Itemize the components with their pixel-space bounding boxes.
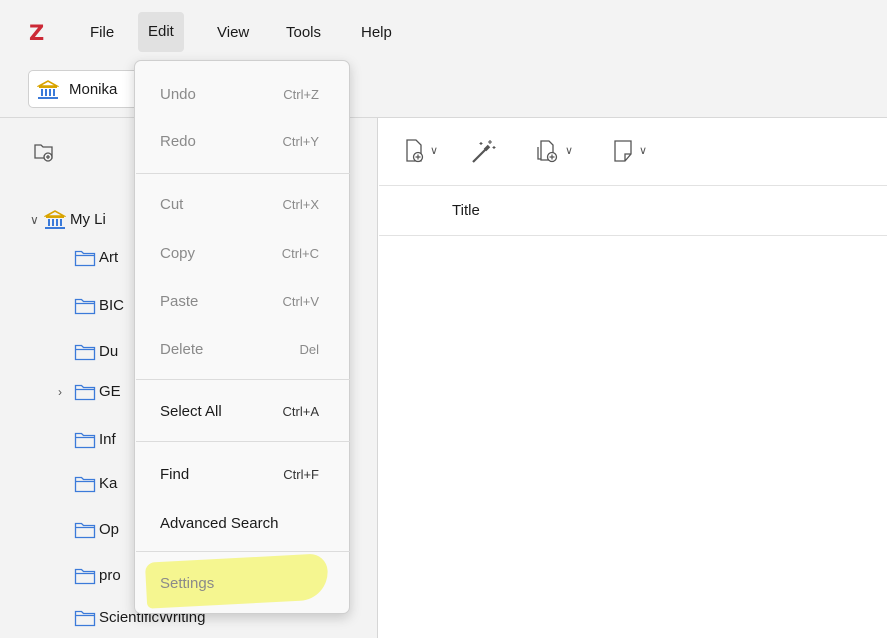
menu-separator [136,173,350,174]
title-column-header[interactable]: Title [452,201,480,221]
bank-icon [44,210,66,230]
collection-row[interactable]: Ka [0,472,140,496]
chevron-down-icon[interactable]: ∨ [30,210,39,230]
menu-item-cut[interactable]: Cut Ctrl+X [135,187,349,223]
menu-item-advanced-search[interactable]: Advanced Search [135,506,349,542]
menu-item-label: Undo [160,86,196,103]
collection-label: Op [99,521,120,538]
items-toolbar: ∨ ∨ ∨ [379,118,887,186]
collection-label: BIC [99,297,125,314]
menu-item-shortcut: Ctrl+A [282,404,319,419]
menu-item-shortcut: Ctrl+X [282,197,319,212]
menu-item-label: Settings [160,575,215,592]
menu-item-shortcut: Ctrl+C [281,246,319,261]
folder-icon [74,382,96,402]
folder-icon [74,608,96,628]
menu-item-delete[interactable]: Delete Del [135,332,349,368]
edit-menu: Undo Ctrl+Z Redo Ctrl+Y Cut Ctrl+X Copy … [134,60,350,614]
folder-icon [74,520,96,540]
menu-item-shortcut: Ctrl+Y [282,134,319,149]
menu-view[interactable]: View [217,22,249,44]
menu-item-settings[interactable]: Settings [135,566,349,602]
library-tab-label: Monika [69,81,118,98]
collection-row[interactable]: › GE [0,380,140,404]
menu-tools[interactable]: Tools [286,22,321,44]
collection-row[interactable]: Inf [0,428,140,452]
folder-icon [74,474,96,494]
add-by-identifier-button[interactable] [469,138,499,168]
menu-separator [136,441,350,442]
collection-label: pro [99,567,121,584]
collection-label: Art [99,249,119,266]
chevron-down-icon: ∨ [639,145,648,157]
menu-item-shortcut: Ctrl+F [283,467,319,482]
menu-item-label: Copy [160,245,196,262]
menu-item-label: Delete [160,341,204,358]
menu-separator [136,379,350,380]
menu-item-label: Redo [160,133,196,150]
collection-label: GE [99,383,121,400]
collection-row[interactable]: Art [0,246,140,270]
collection-row[interactable]: BIC [0,294,140,318]
collection-row[interactable]: Du [0,340,140,364]
new-note-button[interactable]: ∨ [611,138,655,168]
folder-icon [74,430,96,450]
collection-label: Du [99,343,119,360]
items-pane: ∨ ∨ ∨ Title [379,118,887,638]
bank-icon [37,80,59,100]
new-note-icon [611,138,635,164]
chevron-down-icon: ∨ [430,145,439,157]
folder-icon [74,248,96,268]
folder-icon [74,296,96,316]
zotero-logo: Z [29,21,45,45]
menu-item-find[interactable]: Find Ctrl+F [135,457,349,493]
folder-icon [74,342,96,362]
items-column-header: Title [379,186,887,236]
menu-item-label: Cut [160,196,184,213]
magic-wand-icon [469,138,497,164]
menu-item-paste[interactable]: Paste Ctrl+V [135,284,349,320]
library-row[interactable]: ∨ My Li [0,208,140,232]
menu-item-copy[interactable]: Copy Ctrl+C [135,236,349,272]
menu-item-shortcut: Ctrl+Z [283,87,319,102]
menu-help[interactable]: Help [361,22,392,44]
menu-item-label: Advanced Search [160,515,279,532]
new-item-button[interactable]: ∨ [403,138,443,168]
collection-row[interactable]: Op [0,518,140,542]
new-collection-icon[interactable] [32,140,56,164]
menu-file[interactable]: File [90,22,114,44]
menu-item-shortcut: Del [299,342,319,357]
menu-item-select-all[interactable]: Select All Ctrl+A [135,394,349,430]
library-label: My Li [70,211,106,228]
collection-label: Inf [99,431,116,448]
add-attachment-button[interactable]: ∨ [535,138,579,168]
folder-icon [74,566,96,586]
menu-item-undo[interactable]: Undo Ctrl+Z [135,77,349,113]
menu-item-shortcut: Ctrl+V [282,294,319,309]
menu-item-label: Paste [160,293,199,310]
menu-item-label: Find [160,466,190,483]
collection-row[interactable]: pro [0,564,140,588]
menubar: Z File Edit View Tools Help [0,0,887,60]
chevron-down-icon: ∨ [565,145,574,157]
menu-separator [136,551,350,552]
menu-item-redo[interactable]: Redo Ctrl+Y [135,124,349,160]
menu-item-label: Select All [160,403,222,420]
chevron-right-icon[interactable]: › [58,382,62,402]
menu-edit[interactable]: Edit [138,12,184,52]
collection-label: Ka [99,475,118,492]
add-attachment-icon [535,138,561,164]
new-item-icon [403,138,427,164]
